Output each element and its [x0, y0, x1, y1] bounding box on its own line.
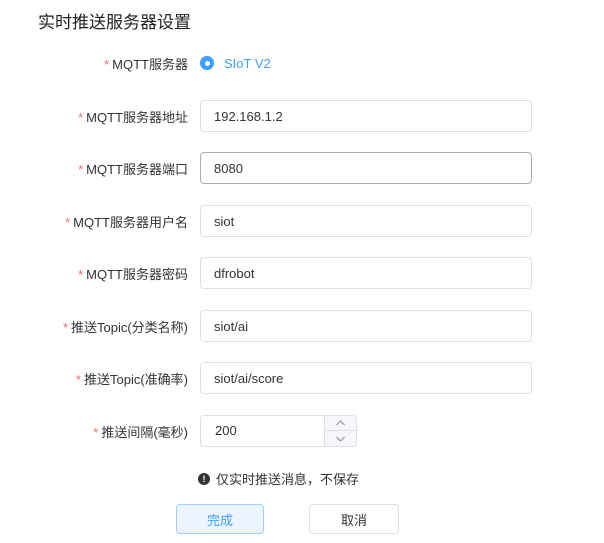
- interval-label: * 推送间隔(毫秒): [93, 424, 188, 440]
- radio-checked-icon: [200, 56, 214, 70]
- form-row-topic-class: * 推送Topic(分类名称) siot/ai: [0, 309, 604, 343]
- confirm-button[interactable]: 完成: [176, 504, 264, 534]
- port-label: * MQTT服务器端口: [78, 161, 188, 177]
- required-mark: *: [62, 319, 68, 335]
- form-row-server: * MQTT服务器 SIoT V2: [0, 46, 604, 80]
- port-input[interactable]: 8080: [200, 152, 532, 184]
- interval-value[interactable]: 200: [215, 416, 237, 446]
- topic-score-input[interactable]: siot/ai/score: [200, 362, 532, 394]
- required-mark: *: [104, 56, 110, 72]
- cancel-button[interactable]: 取消: [309, 504, 399, 534]
- username-input[interactable]: siot: [200, 205, 532, 237]
- page-title: 实时推送服务器设置: [38, 13, 191, 32]
- required-mark: *: [75, 371, 81, 387]
- info-icon: !: [198, 472, 210, 485]
- required-mark: *: [65, 214, 71, 230]
- server-radio-siot[interactable]: SIoT V2: [200, 56, 271, 71]
- required-mark: *: [78, 161, 84, 177]
- required-mark: *: [93, 424, 99, 440]
- form-row-username: * MQTT服务器用户名 siot: [0, 204, 604, 238]
- username-label: * MQTT服务器用户名: [65, 214, 188, 230]
- chevron-up-icon[interactable]: [325, 416, 356, 431]
- radio-option-label: SIoT V2: [224, 55, 271, 71]
- form-row-topic-score: * 推送Topic(准确率) siot/ai/score: [0, 361, 604, 395]
- interval-stepper[interactable]: 200: [200, 415, 357, 447]
- address-label: * MQTT服务器地址: [78, 109, 188, 125]
- form-row-password: * MQTT服务器密码 dfrobot: [0, 256, 604, 290]
- stepper-controls: [324, 416, 356, 446]
- form-row-port: * MQTT服务器端口 8080: [0, 151, 604, 185]
- address-input[interactable]: 192.168.1.2: [200, 100, 532, 132]
- chevron-down-icon[interactable]: [325, 431, 356, 446]
- required-mark: *: [78, 266, 84, 282]
- topic-class-label: * 推送Topic(分类名称): [62, 319, 188, 335]
- server-label: * MQTT服务器: [104, 56, 188, 72]
- topic-score-label: * 推送Topic(准确率): [75, 371, 188, 387]
- password-label: * MQTT服务器密码: [78, 266, 188, 282]
- required-mark: *: [78, 109, 84, 125]
- form-row-address: * MQTT服务器地址 192.168.1.2: [0, 99, 604, 133]
- info-note: ! 仅实时推送消息，不保存: [198, 469, 359, 488]
- form-row-interval: * 推送间隔(毫秒) 200: [0, 414, 604, 448]
- topic-class-input[interactable]: siot/ai: [200, 310, 532, 342]
- password-input[interactable]: dfrobot: [200, 257, 532, 289]
- info-note-text: 仅实时推送消息，不保存: [216, 472, 360, 487]
